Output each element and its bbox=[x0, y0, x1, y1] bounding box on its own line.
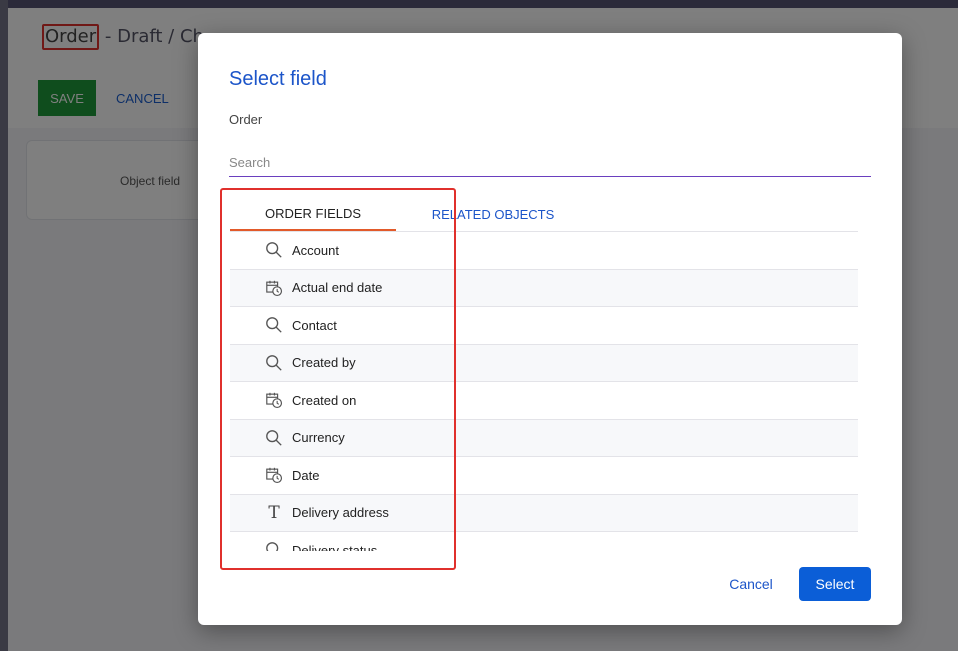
search-input[interactable] bbox=[229, 149, 871, 177]
field-tabs: ORDER FIELDS RELATED OBJECTS bbox=[230, 197, 858, 231]
list-item[interactable]: Created on bbox=[230, 381, 858, 419]
field-list: Account Actual end date Contact Created … bbox=[230, 231, 858, 551]
dialog-cancel-button[interactable]: Cancel bbox=[715, 567, 787, 601]
list-item-label: Account bbox=[292, 242, 339, 258]
list-item[interactable]: Contact bbox=[230, 306, 858, 344]
window-left-strip bbox=[0, 0, 8, 651]
search-icon bbox=[264, 428, 284, 448]
list-item-label: Actual end date bbox=[292, 280, 383, 296]
dialog-select-button[interactable]: Select bbox=[799, 567, 871, 601]
tab-related-objects[interactable]: RELATED OBJECTS bbox=[418, 197, 568, 231]
list-item[interactable]: Actual end date bbox=[230, 268, 858, 306]
dialog-subtitle: Order bbox=[229, 112, 263, 127]
list-item-label: Contact bbox=[292, 317, 337, 333]
search-icon bbox=[264, 315, 284, 335]
list-item-label: Currency bbox=[292, 430, 345, 446]
list-item[interactable]: Date bbox=[230, 456, 858, 494]
list-item[interactable]: Created by bbox=[230, 343, 858, 381]
search-icon bbox=[264, 353, 284, 373]
calendar-clock-icon bbox=[264, 278, 284, 298]
window-top-strip bbox=[0, 0, 958, 8]
list-item[interactable]: Account bbox=[230, 231, 858, 269]
search-icon bbox=[264, 240, 284, 260]
list-item-label: Created on bbox=[292, 392, 357, 408]
search-icon bbox=[264, 540, 284, 551]
list-item-label: Created by bbox=[292, 355, 356, 371]
calendar-clock-icon bbox=[264, 390, 284, 410]
list-item[interactable]: Delivery status bbox=[230, 531, 858, 551]
list-item-label: Delivery status bbox=[292, 542, 378, 551]
text-icon: T bbox=[268, 502, 280, 523]
select-field-dialog: Select field Order ORDER FIELDS RELATED … bbox=[198, 33, 902, 625]
dialog-title: Select field bbox=[229, 68, 327, 90]
tab-order-fields[interactable]: ORDER FIELDS bbox=[230, 197, 396, 231]
list-item-label: Delivery address bbox=[292, 505, 389, 521]
calendar-clock-icon bbox=[264, 465, 284, 485]
list-item[interactable]: T Delivery address bbox=[230, 493, 858, 531]
list-item-label: Date bbox=[292, 467, 320, 483]
list-item[interactable]: Currency bbox=[230, 418, 858, 456]
